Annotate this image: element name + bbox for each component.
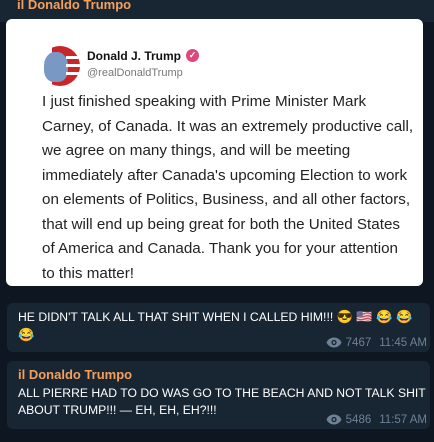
message-time: 11:57 AM [379,414,427,426]
view-count: 5486 [345,414,372,426]
message-text-content: HE DIDN'T TALK ALL THAT SHIT WHEN I CALL… [18,310,334,324]
eye-icon [326,337,342,348]
eye-icon [326,414,342,425]
author-name: Donald J. Trump [87,49,182,63]
message-bubble[interactable]: il Donaldo Trumpo ALL PIERRE HAD TO DO W… [7,361,430,429]
author-handle: @realDonaldTrump [87,67,183,79]
message-bubble[interactable]: HE DIDN'T TALK ALL THAT SHIT WHEN I CALL… [7,303,430,352]
message-meta: 7467 11:45 AM [326,337,427,349]
view-count: 7467 [345,337,372,349]
message-meta: 5486 11:57 AM [326,414,427,426]
message-time: 11:45 AM [379,337,427,349]
post-text: I just finished speaking with Prime Mini… [42,93,414,282]
channel-name[interactable]: il Donaldo Trumpo [17,0,131,12]
sender-name[interactable]: il Donaldo Trumpo [18,367,132,382]
truth-social-post-image[interactable]: Donald J. Trump ✓ @realDonaldTrump I jus… [6,19,423,286]
author-avatar [40,46,80,86]
verified-badge-icon: ✓ [186,49,199,62]
